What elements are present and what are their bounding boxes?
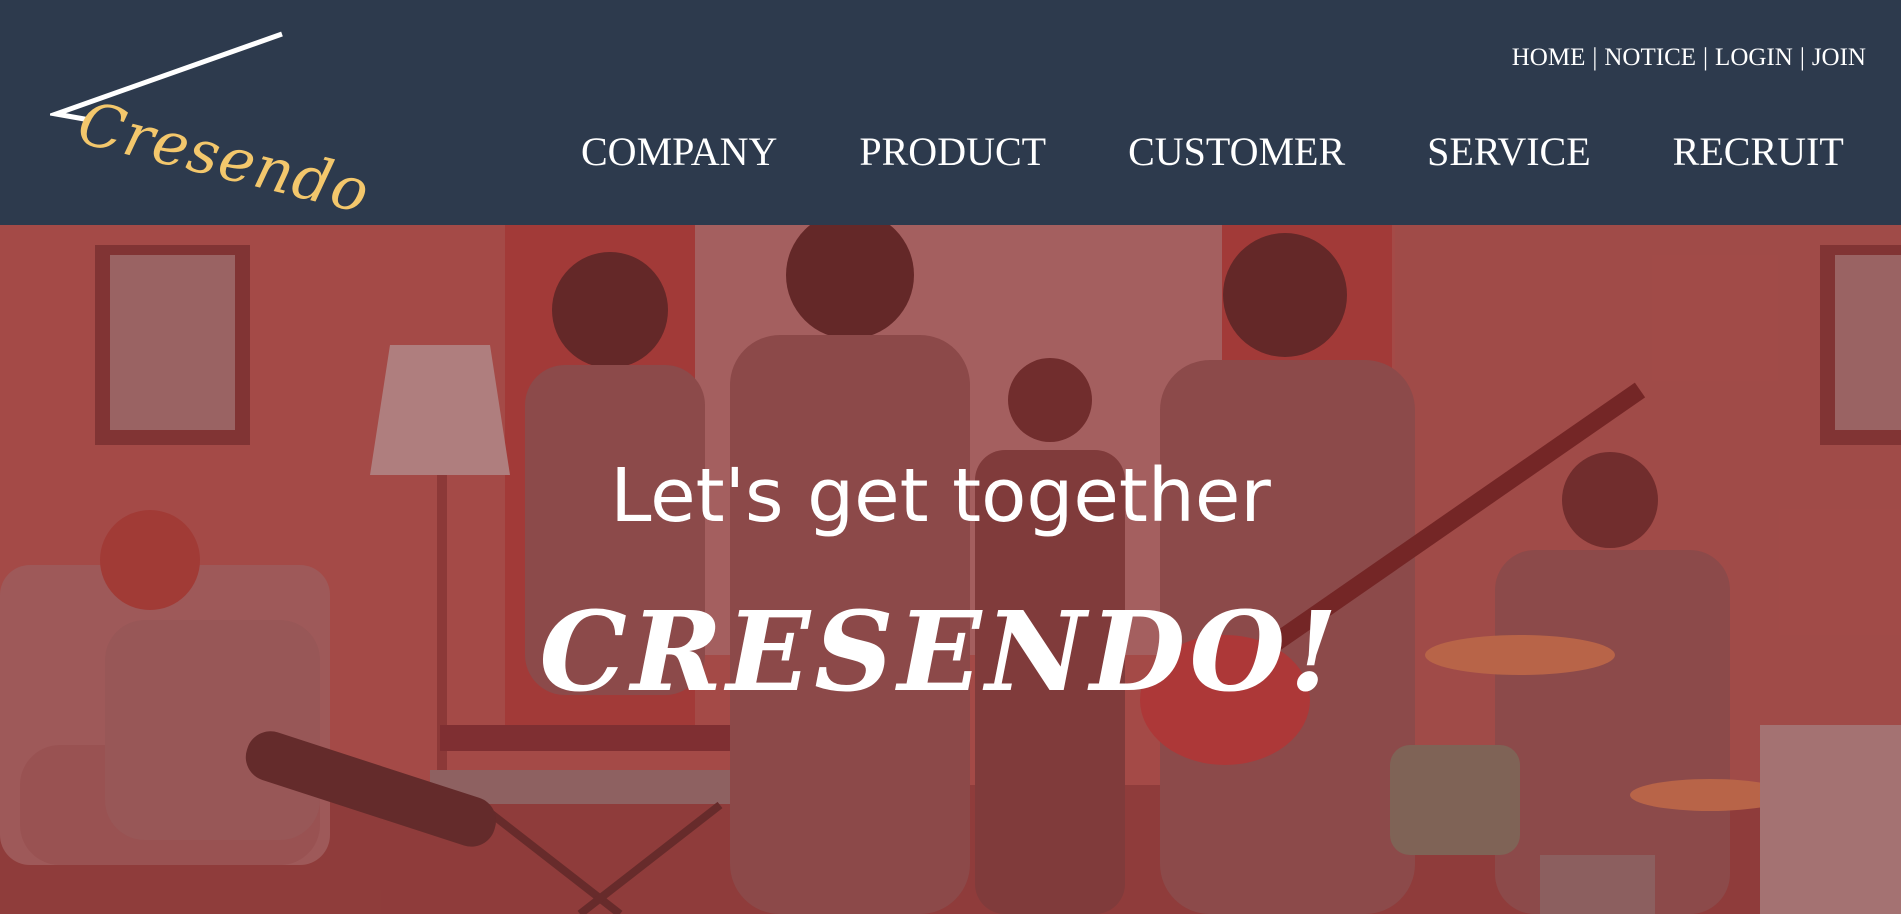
notice-link[interactable]: NOTICE <box>1604 44 1696 71</box>
login-link[interactable]: LOGIN <box>1715 44 1793 71</box>
hero-title: CRESENDO! <box>539 587 1342 716</box>
home-link[interactable]: HOME <box>1512 44 1586 71</box>
separator: | <box>1799 44 1805 71</box>
separator: | <box>1592 44 1598 71</box>
separator: | <box>1703 44 1709 71</box>
site-header: Cresendo HOME | NOTICE | LOGIN | JOIN COMPANY … <box>0 0 1901 228</box>
main-nav: COMPANY PRODUCT CUSTOMER SERVICE RECRUIT <box>581 124 1844 180</box>
nav-company[interactable]: COMPANY <box>581 124 777 180</box>
nav-customer[interactable]: CUSTOMER <box>1128 124 1345 180</box>
hero-banner: Let's get together CRESENDO! <box>0 225 1901 914</box>
utility-nav: HOME | NOTICE | LOGIN | JOIN <box>1512 44 1866 72</box>
logo[interactable]: Cresendo <box>50 28 377 228</box>
nav-product[interactable]: PRODUCT <box>859 124 1046 180</box>
nav-service[interactable]: SERVICE <box>1427 124 1590 180</box>
nav-recruit[interactable]: RECRUIT <box>1673 124 1844 180</box>
hero-overlay <box>0 225 1901 914</box>
join-link[interactable]: JOIN <box>1812 44 1866 71</box>
hero-tagline: Let's get together <box>610 453 1271 539</box>
